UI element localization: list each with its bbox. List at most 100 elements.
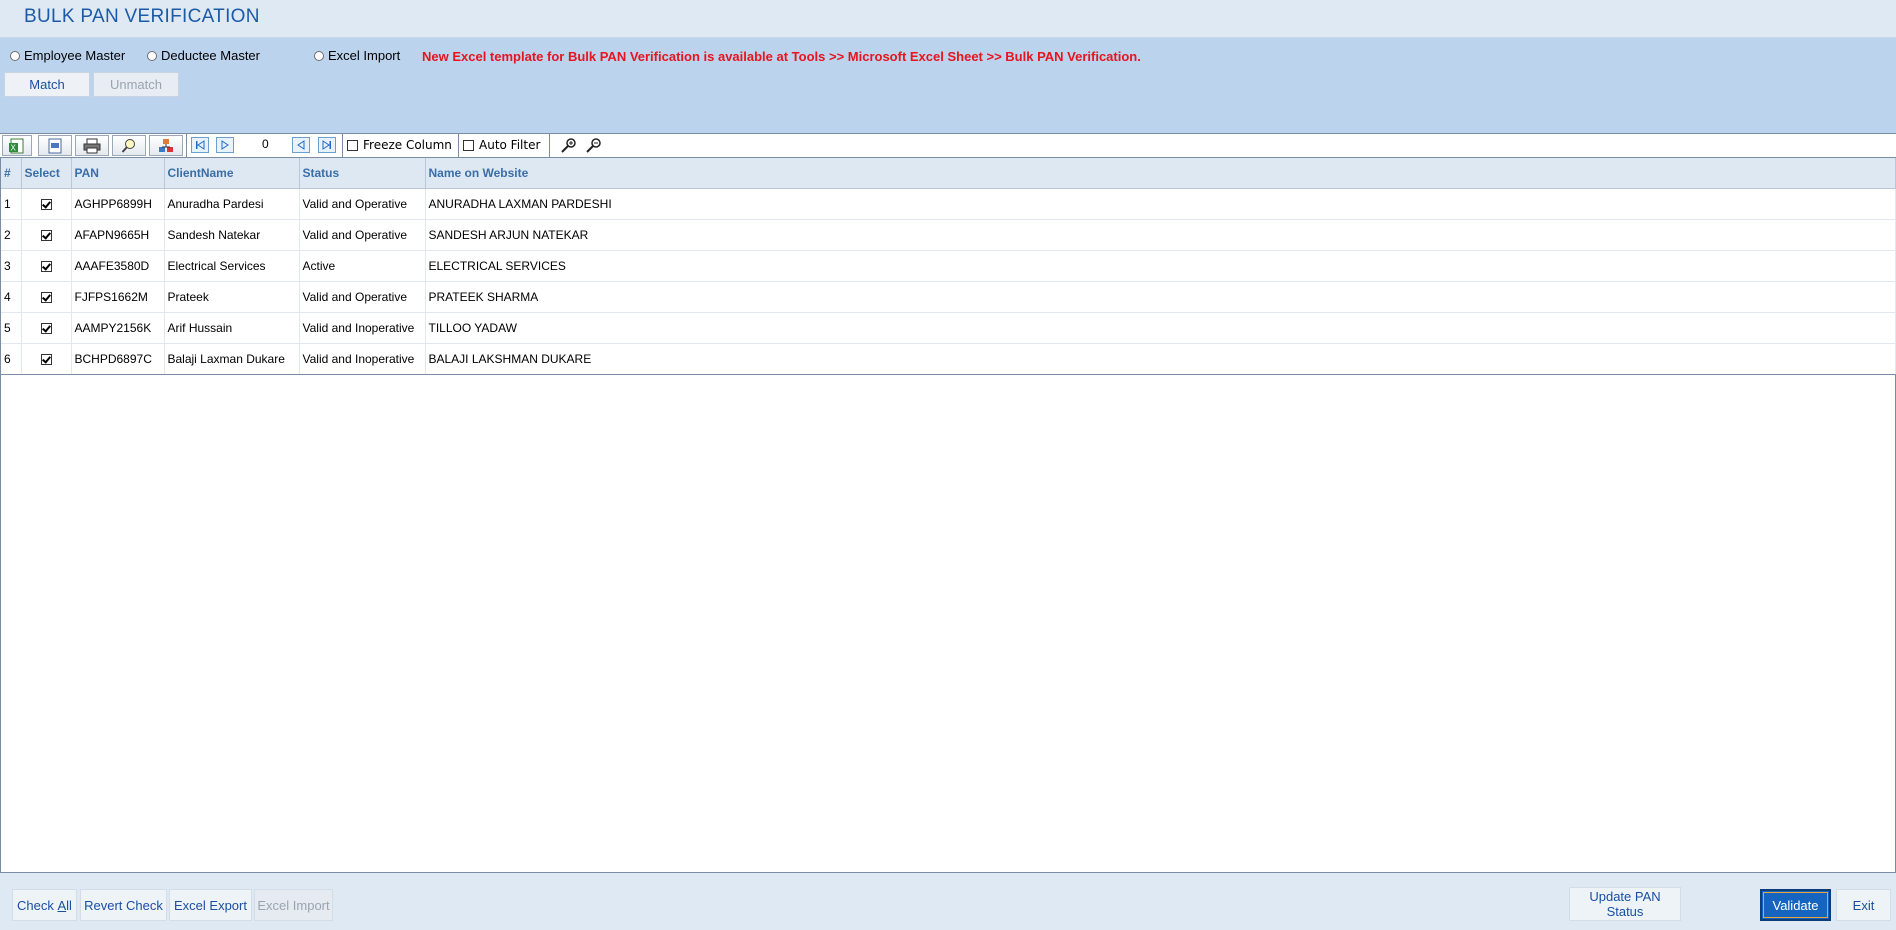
unmatch-button[interactable]: Unmatch <box>93 72 179 97</box>
status-cell: Valid and Inoperative <box>299 312 426 344</box>
radio-excel-import[interactable]: Excel Import <box>314 48 400 63</box>
svg-text:X: X <box>11 143 17 152</box>
column-header-client-name[interactable]: ClientName <box>164 158 300 189</box>
find-icon[interactable] <box>112 135 146 156</box>
checkbox-checked-icon[interactable] <box>40 354 52 366</box>
previous-record-icon[interactable] <box>292 137 310 153</box>
radio-label: Employee Master <box>24 48 126 63</box>
first-record-icon[interactable] <box>191 137 209 153</box>
zoom-out-icon[interactable] <box>585 137 603 156</box>
status-cell: Valid and Inoperative <box>299 343 426 375</box>
checkbox-checked-icon[interactable] <box>40 323 52 335</box>
separator <box>549 134 550 157</box>
validate-button[interactable]: Validate <box>1760 889 1831 921</box>
select-cell[interactable] <box>21 343 72 375</box>
client-name-cell: Prateek <box>164 281 300 313</box>
pan-cell: AAAFE3580D <box>71 250 165 282</box>
excel-export-icon[interactable]: X <box>2 135 32 156</box>
excel-import-button[interactable]: Excel Import <box>254 889 333 921</box>
print-icon[interactable] <box>75 135 109 156</box>
table-row[interactable]: 1 AGHPP6899H Anuradha Pardesi Valid and … <box>1 188 1896 220</box>
client-name-cell: Anuradha Pardesi <box>164 188 300 220</box>
update-pan-status-button[interactable]: Update PAN Status <box>1569 887 1681 921</box>
template-notice: New Excel template for Bulk PAN Verifica… <box>422 49 1141 64</box>
separator <box>186 134 187 157</box>
separator <box>342 134 343 157</box>
update-pan-status-line2: Status <box>1606 904 1644 919</box>
table-row[interactable]: 3 AAAFE3580D Electrical Services Active … <box>1 250 1896 282</box>
pan-table: # Select PAN ClientName Status Name on W… <box>1 158 1896 375</box>
checkbox-checked-icon[interactable] <box>40 261 52 273</box>
table-row[interactable]: 6 BCHPD6897C Balaji Laxman Dukare Valid … <box>1 343 1896 375</box>
separator <box>458 134 459 157</box>
pan-cell: FJFPS1662M <box>71 281 165 313</box>
row-number: 2 <box>1 219 22 251</box>
status-cell: Valid and Operative <box>299 219 426 251</box>
pdf-export-icon[interactable] <box>38 135 72 156</box>
row-number: 3 <box>1 250 22 282</box>
checkbox-checked-icon[interactable] <box>40 199 52 211</box>
checkbox-checked-icon[interactable] <box>40 230 52 242</box>
checkbox-icon[interactable] <box>463 139 474 151</box>
options-panel: Employee Master Deductee Master Excel Im… <box>0 38 1896 133</box>
update-pan-status-line1: Update PAN <box>1589 889 1661 904</box>
radio-icon[interactable] <box>147 50 157 61</box>
table-row[interactable]: 2 AFAPN9665H Sandesh Natekar Valid and O… <box>1 219 1896 251</box>
column-header-name-on-website[interactable]: Name on Website <box>425 158 1896 189</box>
check-all-label-prefix: Check <box>17 897 58 913</box>
title-bar: BULK PAN VERIFICATION <box>0 0 1896 38</box>
pan-grid: # Select PAN ClientName Status Name on W… <box>0 158 1896 873</box>
pan-cell: AFAPN9665H <box>71 219 165 251</box>
record-count: 0 <box>262 137 269 151</box>
row-number: 6 <box>1 343 22 375</box>
website-name-cell: SANDESH ARJUN NATEKAR <box>425 219 1896 251</box>
auto-filter-label: Auto Filter <box>479 138 541 152</box>
check-all-button[interactable]: Check All <box>12 889 77 921</box>
table-row[interactable]: 4 FJFPS1662M Prateek Valid and Operative… <box>1 281 1896 313</box>
select-cell[interactable] <box>21 219 72 251</box>
select-cell[interactable] <box>21 188 72 220</box>
table-row[interactable]: 5 AAMPY2156K Arif Hussain Valid and Inop… <box>1 312 1896 344</box>
revert-check-button[interactable]: Revert Check <box>80 889 167 921</box>
exit-button[interactable]: Exit <box>1836 889 1891 921</box>
zoom-in-icon[interactable] <box>560 137 578 156</box>
freeze-column-toggle[interactable]: Freeze Column <box>347 138 452 152</box>
select-cell[interactable] <box>21 281 72 313</box>
check-all-label-accesskey: A <box>57 897 67 913</box>
status-cell: Active <box>299 250 426 282</box>
grid-toolbar: X 0 Freeze Column Auto Filter <box>0 133 1896 158</box>
website-name-cell: BALAJI LAKSHMAN DUKARE <box>425 343 1896 375</box>
column-header-number[interactable]: # <box>1 158 22 189</box>
freeze-column-label: Freeze Column <box>363 138 452 152</box>
pan-cell: BCHPD6897C <box>71 343 165 375</box>
pan-cell: AGHPP6899H <box>71 188 165 220</box>
excel-export-button[interactable]: Excel Export <box>169 889 252 921</box>
radio-icon[interactable] <box>10 50 20 61</box>
radio-deductee-master[interactable]: Deductee Master <box>147 48 260 63</box>
checkbox-checked-icon[interactable] <box>40 292 52 304</box>
column-header-status[interactable]: Status <box>299 158 426 189</box>
client-name-cell: Electrical Services <box>164 250 300 282</box>
column-header-pan[interactable]: PAN <box>71 158 165 189</box>
select-cell[interactable] <box>21 250 72 282</box>
footer-bar: Check All Revert Check Excel Export Exce… <box>0 873 1896 930</box>
pan-cell: AAMPY2156K <box>71 312 165 344</box>
checkbox-icon[interactable] <box>347 139 358 151</box>
row-number: 4 <box>1 281 22 313</box>
last-record-icon[interactable] <box>318 137 336 153</box>
auto-filter-toggle[interactable]: Auto Filter <box>463 138 540 152</box>
radio-label: Deductee Master <box>161 48 260 63</box>
column-header-select[interactable]: Select <box>21 158 72 189</box>
next-record-icon[interactable] <box>216 137 234 153</box>
website-name-cell: ELECTRICAL SERVICES <box>425 250 1896 282</box>
website-name-cell: ANURADHA LAXMAN PARDESHI <box>425 188 1896 220</box>
radio-employee-master[interactable]: Employee Master <box>10 48 125 63</box>
select-cell[interactable] <box>21 312 72 344</box>
table-header-row: # Select PAN ClientName Status Name on W… <box>1 158 1896 189</box>
column-chooser-icon[interactable] <box>149 135 183 156</box>
radio-icon[interactable] <box>314 50 324 61</box>
row-number: 1 <box>1 188 22 220</box>
radio-label: Excel Import <box>328 48 401 63</box>
match-button[interactable]: Match <box>4 72 90 97</box>
website-name-cell: PRATEEK SHARMA <box>425 281 1896 313</box>
